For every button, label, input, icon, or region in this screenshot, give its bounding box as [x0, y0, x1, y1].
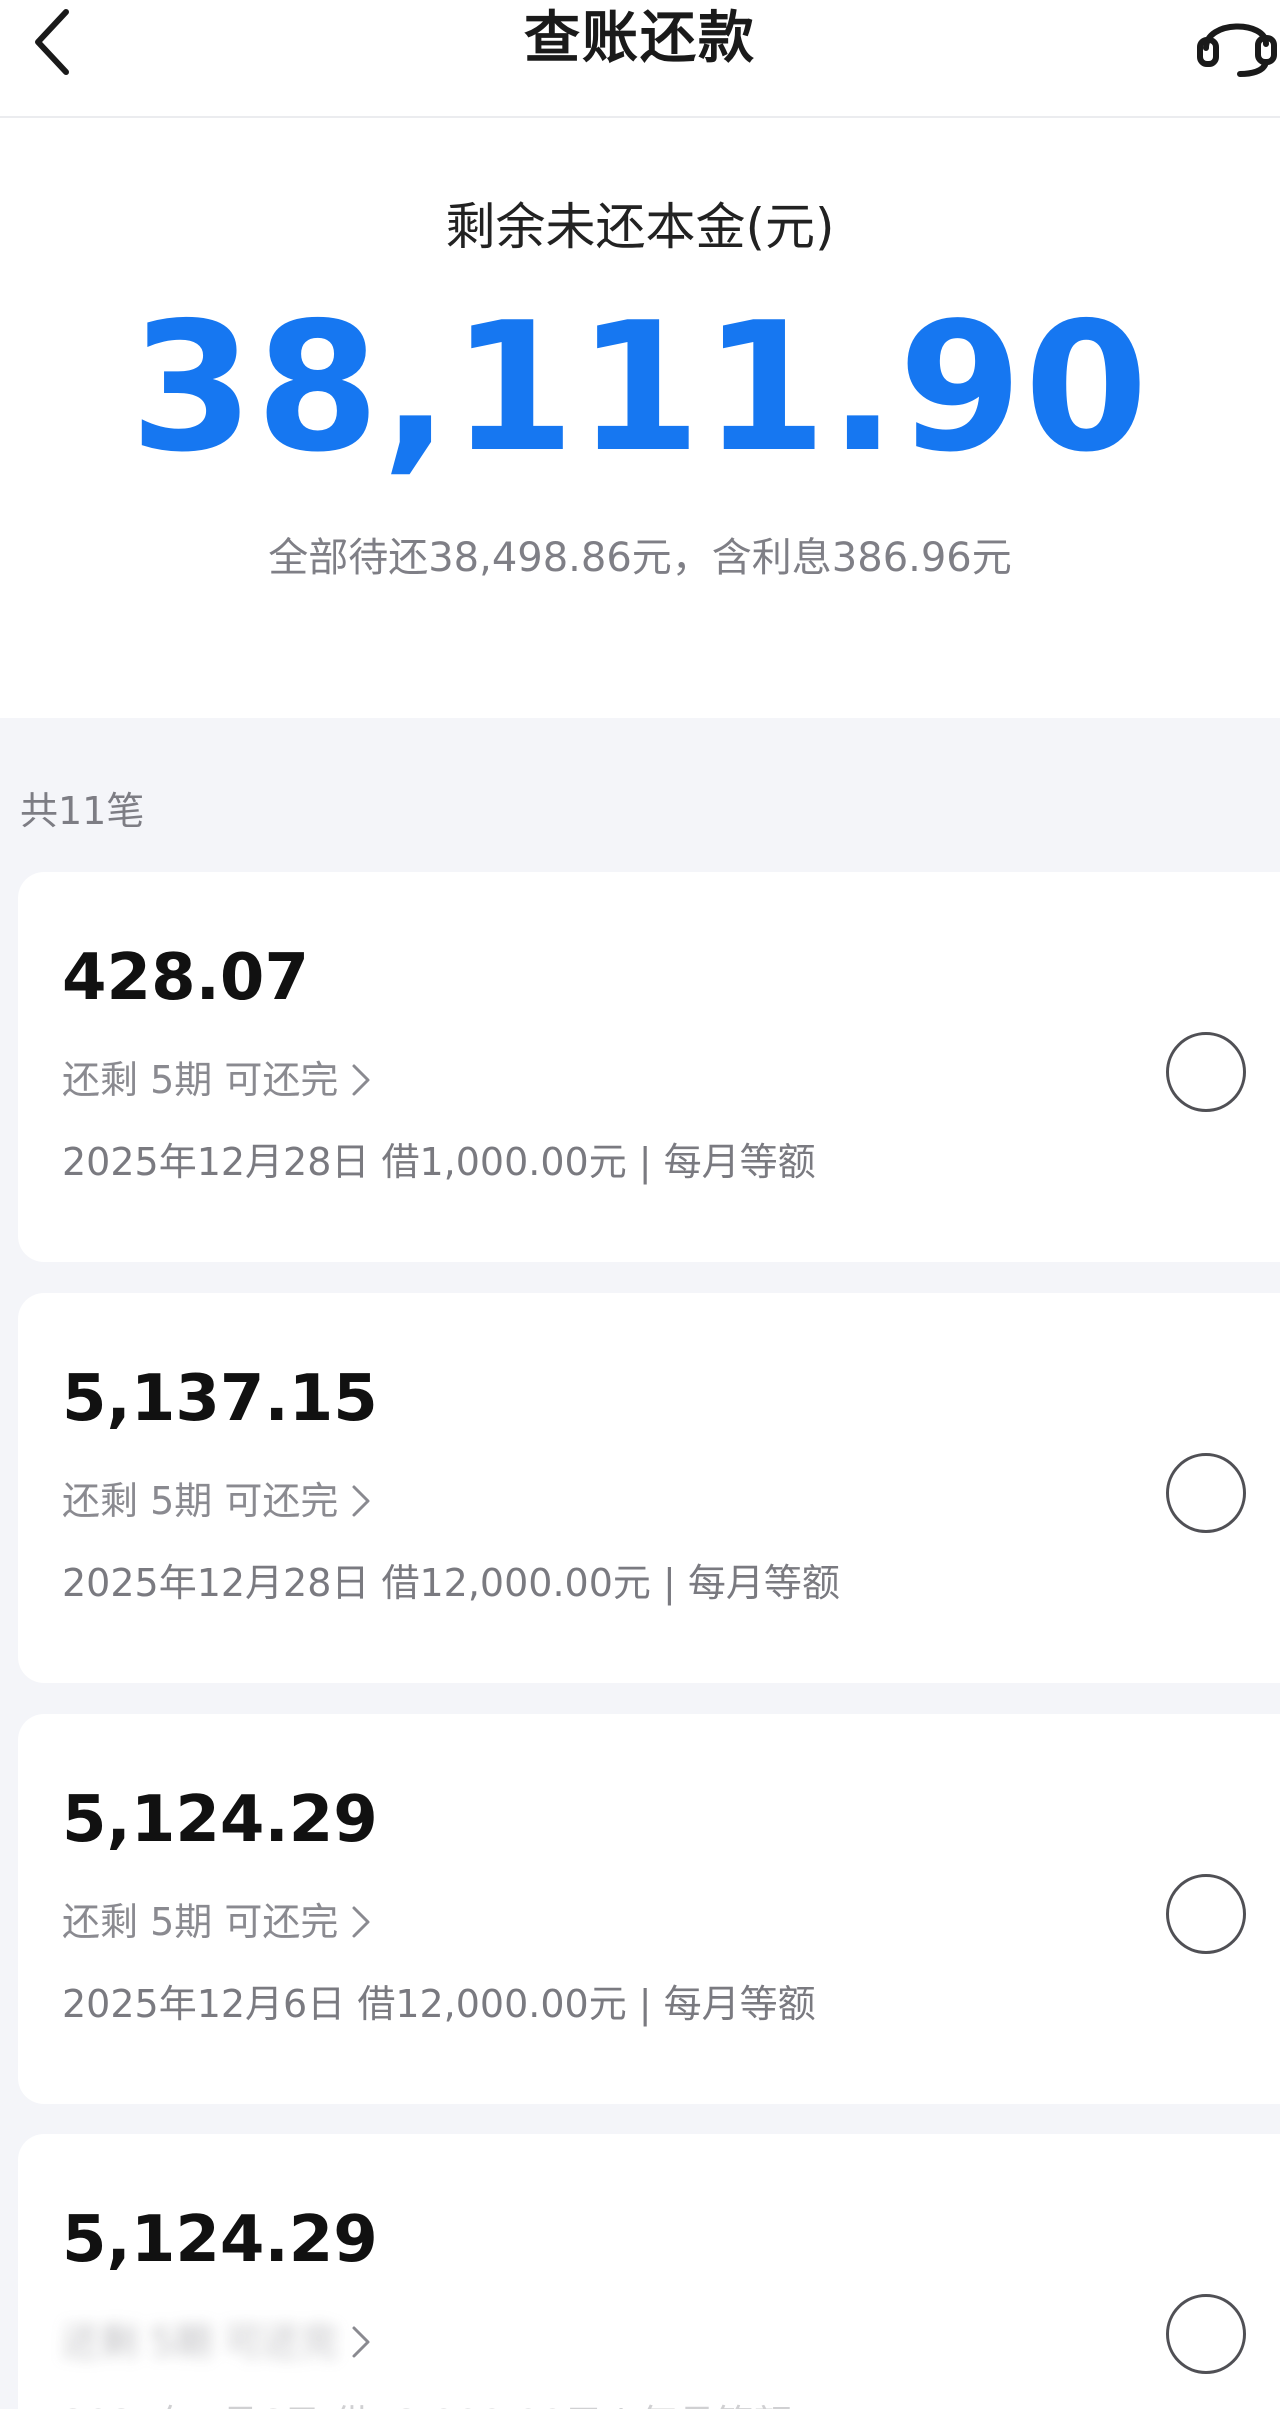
loan-card[interactable]: 428.07 还剩 5期 可还完 2025年12月28日 借1,000.00元 … [18, 872, 1280, 1262]
summary-panel: 剩余未还本金(元) 38,111.90 全部待还38,498.86元，含利息38… [0, 118, 1280, 718]
loan-remaining-link[interactable]: 还剩 5期 可还完 [62, 1475, 372, 1527]
select-radio[interactable] [1166, 1874, 1246, 1954]
loan-remaining-text: 还剩 5期 可还完 [62, 1479, 339, 1523]
loan-card[interactable]: 5,137.15 还剩 5期 可还完 2025年12月28日 借12,000.0… [18, 1293, 1280, 1683]
nav-bar: 查账还款 [0, 0, 1280, 118]
customer-service-button[interactable] [1192, 2, 1280, 82]
loan-remaining-text: 还剩 5期 可还完 [62, 1058, 339, 1102]
page-title: 查账还款 [524, 6, 756, 71]
summary-label: 剩余未还本金(元) [445, 198, 835, 256]
loan-remaining-link[interactable]: 还剩 5期 可还完 [62, 1054, 372, 1106]
loan-remaining-text: 还剩 5期 可还完 [62, 1900, 339, 1944]
loan-card[interactable]: 5,124.29 还剩 5期 可还完 2025年12月6日 借12,000.00… [18, 1714, 1280, 2104]
loan-card[interactable]: 5,124.29 还剩 5期 可还完 2025年1月6日 借12,000.00元… [18, 2134, 1280, 2409]
loan-amount: 428.07 [62, 941, 309, 1015]
headset-icon [1197, 23, 1277, 77]
loan-remaining-text: 还剩 5期 可还完 [62, 2320, 339, 2364]
select-radio[interactable] [1166, 1032, 1246, 1112]
total-due-note: 全部待还38,498.86元，含利息386.96元 [268, 535, 1012, 581]
remaining-principal-amount: 38,111.90 [129, 284, 1151, 491]
repayment-page: 查账还款 剩余未还本金(元) 38,111.90 全部待还38,498.86元，… [0, 0, 1280, 2409]
loan-amount: 5,137.15 [62, 1362, 378, 1436]
loan-detail: 2025年12月28日 借1,000.00元 | 每月等额 [62, 1140, 816, 1184]
select-radio[interactable] [1166, 1453, 1246, 1533]
loan-detail: 2025年12月6日 借12,000.00元 | 每月等额 [62, 1982, 816, 2026]
loan-remaining-link[interactable]: 还剩 5期 可还完 [62, 1896, 372, 1948]
loan-amount: 5,124.29 [62, 1783, 378, 1857]
chevron-right-icon [350, 1483, 372, 1519]
select-radio[interactable] [1166, 2294, 1246, 2374]
loan-remaining-link[interactable]: 还剩 5期 可还完 [62, 2316, 372, 2368]
chevron-right-icon [350, 1062, 372, 1098]
chevron-right-icon [350, 1904, 372, 1940]
loan-detail: 2025年1月6日 借12,000.00元 | 每月等额 [62, 2398, 792, 2409]
loan-amount: 5,124.29 [62, 2203, 378, 2277]
chevron-right-icon [350, 2324, 372, 2360]
loan-count-label: 共11笔 [20, 789, 145, 833]
loan-detail: 2025年12月28日 借12,000.00元 | 每月等额 [62, 1561, 840, 1605]
